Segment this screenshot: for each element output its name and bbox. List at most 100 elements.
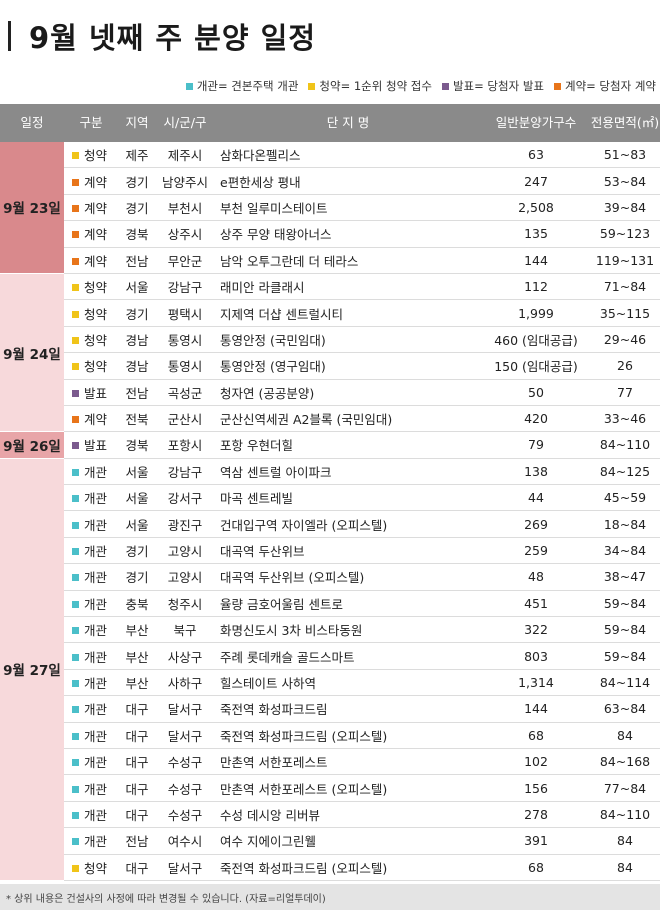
table-header-row: 일정 구분 지역 시/군/구 단 지 명 일반분양가구수 전용면적(㎡) [0, 104, 660, 142]
cell-type: 계약 [64, 247, 118, 274]
cell-complex-name: 만촌역 서한포레스트 [214, 748, 482, 776]
type-color-square-icon [72, 706, 79, 714]
cell-complex-name: 통영안정 (국민임대) [214, 326, 482, 354]
type-label: 개관 [84, 517, 108, 533]
cell-type: 개관 [64, 801, 118, 829]
cell-complex-name: 건대입구역 자이엘라 (오피스텔) [214, 510, 482, 538]
type-label: 발표 [84, 438, 108, 454]
cell-region: 대구 [118, 748, 156, 776]
cell-complex-name: 화명신도시 3차 비스타동원 [214, 616, 482, 644]
cell-area: 59~123 [590, 220, 660, 248]
legend-color-square-icon [185, 82, 193, 90]
cell-region: 전남 [118, 379, 156, 406]
cell-region: 경기 [118, 563, 156, 591]
cell-area: 84 [590, 854, 660, 881]
table-row: 개관 부산 사하구 힐스테이트 사하역 1,314 84~114 [0, 669, 660, 697]
cell-type: 개관 [64, 458, 118, 486]
cell-units: 79 [482, 431, 590, 459]
cell-units: 322 [482, 616, 590, 644]
cell-region: 경기 [118, 167, 156, 195]
cell-area: 59~84 [590, 642, 660, 670]
cell-area: 53~84 [590, 167, 660, 195]
table-row: 청약 경남 통영시 통영안정 (국민임대) 460 (임대공급) 29~46 [0, 326, 660, 354]
cell-type: 개관 [64, 563, 118, 591]
table-row: 개관 대구 수성구 만촌역 서한포레스트 102 84~168 [0, 748, 660, 776]
type-color-square-icon [72, 627, 79, 635]
cell-region: 대구 [118, 801, 156, 829]
type-label: 계약 [84, 200, 108, 216]
header-region: 지역 [118, 104, 156, 142]
table-row: 개관 대구 수성구 수성 데시앙 리버뷰 278 84~110 [0, 801, 660, 829]
cell-city: 통영시 [156, 326, 214, 354]
cell-units: 68 [482, 722, 590, 749]
cell-type: 계약 [64, 167, 118, 195]
type-color-square-icon [72, 653, 79, 661]
table-row: 계약 경기 부천시 부천 일루미스테이트 2,508 39~84 [0, 194, 660, 222]
cell-area: 51~83 [590, 142, 660, 169]
cell-type: 개관 [64, 722, 118, 749]
type-label: 개관 [84, 676, 108, 691]
cell-type: 계약 [64, 194, 118, 222]
legend-label: 청약= 1순위 청약 접수 [319, 79, 432, 93]
type-label: 개관 [84, 807, 108, 823]
cell-area: 63~84 [590, 695, 660, 723]
cell-units: 803 [482, 642, 590, 670]
cell-city: 수성구 [156, 774, 214, 802]
cell-city: 고양시 [156, 537, 214, 565]
cell-region: 부산 [118, 616, 156, 644]
type-color-square-icon [72, 257, 79, 265]
type-label: 개관 [84, 755, 108, 771]
cell-region: 전북 [118, 405, 156, 433]
cell-city: 평택시 [156, 299, 214, 327]
table-row: 9월 26일 발표 경북 포항시 포항 우현더힐 79 84~110 [0, 431, 660, 459]
cell-city: 제주시 [156, 142, 214, 169]
cell-area: 18~84 [590, 510, 660, 538]
cell-city: 북구 [156, 616, 214, 644]
cell-region: 경기 [118, 299, 156, 327]
cell-complex-name: 대곡역 두산위브 [214, 537, 482, 565]
cell-complex-name: 율량 금호어울림 센트로 [214, 590, 482, 618]
cell-area: 39~84 [590, 194, 660, 222]
cell-units: 135 [482, 220, 590, 248]
cell-region: 부산 [118, 642, 156, 670]
type-color-square-icon [72, 468, 79, 476]
cell-region: 제주 [118, 142, 156, 169]
cell-units: 144 [482, 695, 590, 723]
cell-city: 여수시 [156, 827, 214, 855]
type-color-square-icon [72, 811, 79, 819]
cell-area: 84 [590, 827, 660, 855]
table-row: 개관 경기 고양시 대곡역 두산위브 (오피스텔) 48 38~47 [0, 563, 660, 591]
cell-area: 38~47 [590, 563, 660, 591]
cell-city: 달서구 [156, 695, 214, 723]
cell-complex-name: 수성 데시앙 리버뷰 [214, 801, 482, 829]
cell-complex-name: 주례 롯데캐슬 골드스마트 [214, 642, 482, 670]
cell-region: 경남 [118, 352, 156, 380]
cell-city: 부천시 [156, 194, 214, 222]
table-row: 계약 경북 상주시 상주 무양 태왕아너스 135 59~123 [0, 220, 660, 248]
type-label: 청약 [84, 306, 108, 322]
cell-region: 경북 [118, 220, 156, 248]
cell-complex-name: e편한세상 평내 [214, 167, 482, 195]
cell-city: 달서구 [156, 854, 214, 881]
cell-complex-name: 죽전역 화성파크드림 [214, 695, 482, 723]
cell-units: 50 [482, 379, 590, 406]
type-label: 개관 [84, 491, 108, 507]
cell-complex-name: 래미안 라클래시 [214, 273, 482, 301]
cell-city: 남양주시 [156, 167, 214, 195]
schedule-date-cell: 9월 26일 [0, 431, 64, 459]
cell-area: 33~46 [590, 405, 660, 433]
type-label: 개관 [84, 702, 108, 718]
cell-city: 고양시 [156, 563, 214, 591]
cell-units: 247 [482, 167, 590, 195]
header-name: 단 지 명 [214, 104, 482, 142]
cell-complex-name: 통영안정 (영구임대) [214, 352, 482, 380]
cell-region: 전남 [118, 827, 156, 855]
cell-type: 개관 [64, 642, 118, 670]
cell-complex-name: 만촌역 서한포레스트 (오피스텔) [214, 774, 482, 802]
cell-area: 59~84 [590, 616, 660, 644]
table-row: 청약 경기 평택시 지제역 더샵 센트럴시티 1,999 35~115 [0, 299, 660, 327]
cell-area: 45~59 [590, 484, 660, 512]
table-row: 개관 대구 달서구 죽전역 화성파크드림 144 63~84 [0, 695, 660, 723]
legend-item: 청약= 1순위 청약 접수 [308, 78, 432, 94]
cell-complex-name: 역삼 센트럴 아이파크 [214, 458, 482, 486]
